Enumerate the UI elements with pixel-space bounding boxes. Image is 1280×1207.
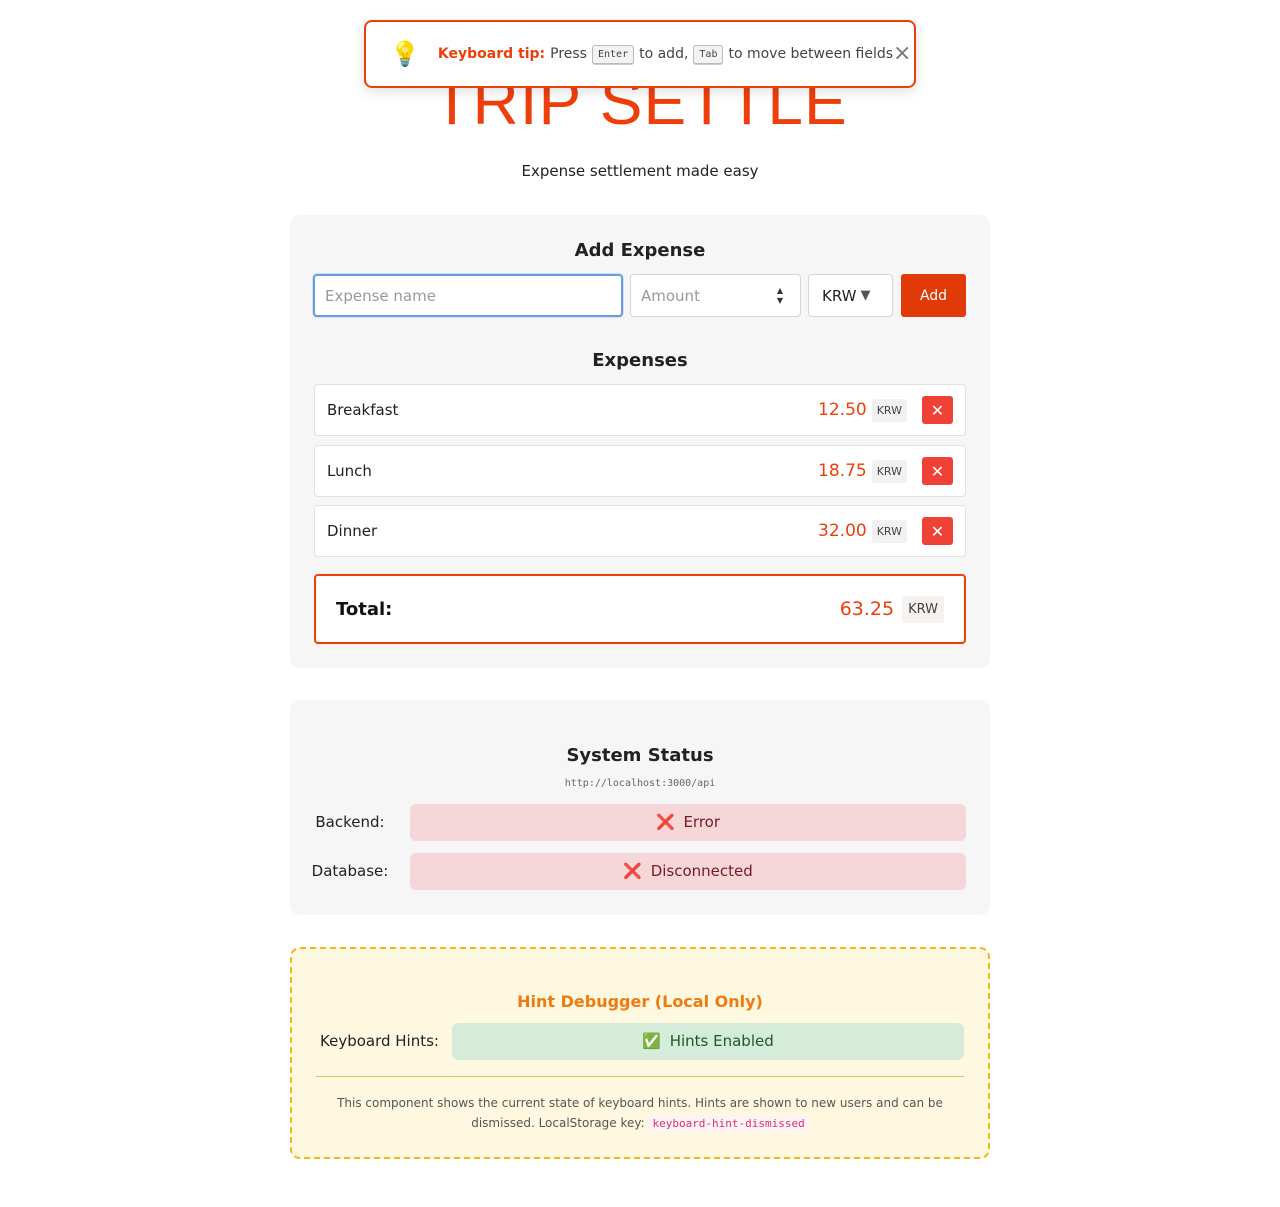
app-subtitle: Expense settlement made easy [521, 162, 759, 180]
enter-key: Enter [591, 44, 635, 64]
close-icon: ✕ [930, 461, 945, 481]
backend-status-text: Error [683, 813, 721, 831]
system-status-title: System Status [566, 745, 714, 766]
list-item: Breakfast 12.50 KRW ✕ [314, 384, 966, 436]
api-url: http://localhost:3000/api [564, 778, 716, 789]
hint-debugger-card: Hint Debugger (Local Only) Keyboard Hint… [290, 947, 990, 1159]
add-button[interactable]: Add [901, 274, 966, 317]
toast-title: Keyboard tip: [437, 46, 546, 62]
hints-status-text: Hints Enabled [669, 1032, 774, 1050]
backend-status-row: Backend: ❌ Error [290, 804, 990, 841]
backend-status-badge: ❌ Error [410, 804, 966, 841]
expense-card: Add Expense ▲ ▼ KRW ▼ Add Expenses Break… [290, 215, 990, 668]
total-label: Total: [336, 598, 393, 620]
error-icon: ❌ [655, 813, 675, 831]
database-status-row: Database: ❌ Disconnected [290, 853, 990, 890]
divider [316, 1076, 964, 1077]
list-item: Dinner 32.00 KRW ✕ [314, 505, 966, 557]
stepper-up-icon[interactable]: ▲ [777, 286, 783, 296]
expense-amount: 32.00 [818, 521, 867, 541]
currency-select-value: KRW [822, 286, 857, 305]
toast-message: Keyboard tip: Press Enter to add, Tab to… [437, 44, 894, 64]
description-text: This component shows the current state o… [337, 1096, 943, 1130]
chevron-down-icon: ▼ [860, 288, 871, 303]
storage-key: keyboard-hint-dismissed [648, 1116, 809, 1131]
expenses-title: Expenses [592, 350, 688, 371]
add-expense-title: Add Expense [574, 240, 706, 261]
expense-name: Breakfast [327, 401, 399, 419]
currency-badge: KRW [871, 519, 907, 543]
database-status-badge: ❌ Disconnected [410, 853, 966, 890]
amount-stepper[interactable]: ▲ ▼ [774, 284, 786, 308]
toast-to-move-text: to move between fields [728, 46, 894, 62]
keyboard-hints-row: Keyboard Hints: ✅ Hints Enabled [292, 1023, 988, 1060]
currency-select[interactable]: KRW ▼ [808, 274, 893, 317]
total-currency-badge: KRW [902, 595, 944, 623]
database-label: Database: [311, 862, 389, 880]
database-status-text: Disconnected [650, 862, 753, 880]
list-item: Lunch 18.75 KRW ✕ [314, 445, 966, 497]
expense-amount: 12.50 [818, 400, 867, 420]
expense-name-input[interactable] [313, 274, 623, 317]
close-icon[interactable]: × [893, 43, 911, 65]
expense-name: Lunch [327, 462, 372, 480]
total-box: Total: 63.25 KRW [314, 574, 966, 644]
hints-status-badge: ✅ Hints Enabled [452, 1023, 964, 1060]
tab-key: Tab [693, 44, 724, 64]
hint-debugger-description: This component shows the current state o… [332, 1093, 948, 1134]
system-status-card: System Status http://localhost:3000/api … [290, 700, 990, 915]
keyboard-tip-toast: 💡 Keyboard tip: Press Enter to add, Tab … [364, 20, 916, 88]
error-icon: ❌ [623, 862, 642, 880]
expense-name: Dinner [327, 522, 378, 540]
expense-amount: 18.75 [818, 461, 867, 481]
delete-button[interactable]: ✕ [922, 457, 953, 485]
lightbulb-icon: 💡 [390, 40, 420, 68]
delete-button[interactable]: ✕ [922, 517, 953, 545]
check-icon: ✅ [642, 1032, 661, 1050]
toast-press-text: Press [550, 46, 587, 62]
hint-debugger-title: Hint Debugger (Local Only) [517, 992, 763, 1011]
toast-to-add-text: to add, [639, 46, 689, 62]
total-amount: 63.25 [839, 598, 895, 620]
stepper-down-icon[interactable]: ▼ [777, 296, 783, 306]
delete-button[interactable]: ✕ [922, 396, 953, 424]
currency-badge: KRW [871, 459, 907, 483]
keyboard-hints-label: Keyboard Hints: [320, 1032, 439, 1050]
backend-label: Backend: [315, 813, 385, 831]
close-icon: ✕ [930, 400, 945, 420]
close-icon: ✕ [930, 521, 945, 541]
currency-badge: KRW [871, 398, 907, 422]
